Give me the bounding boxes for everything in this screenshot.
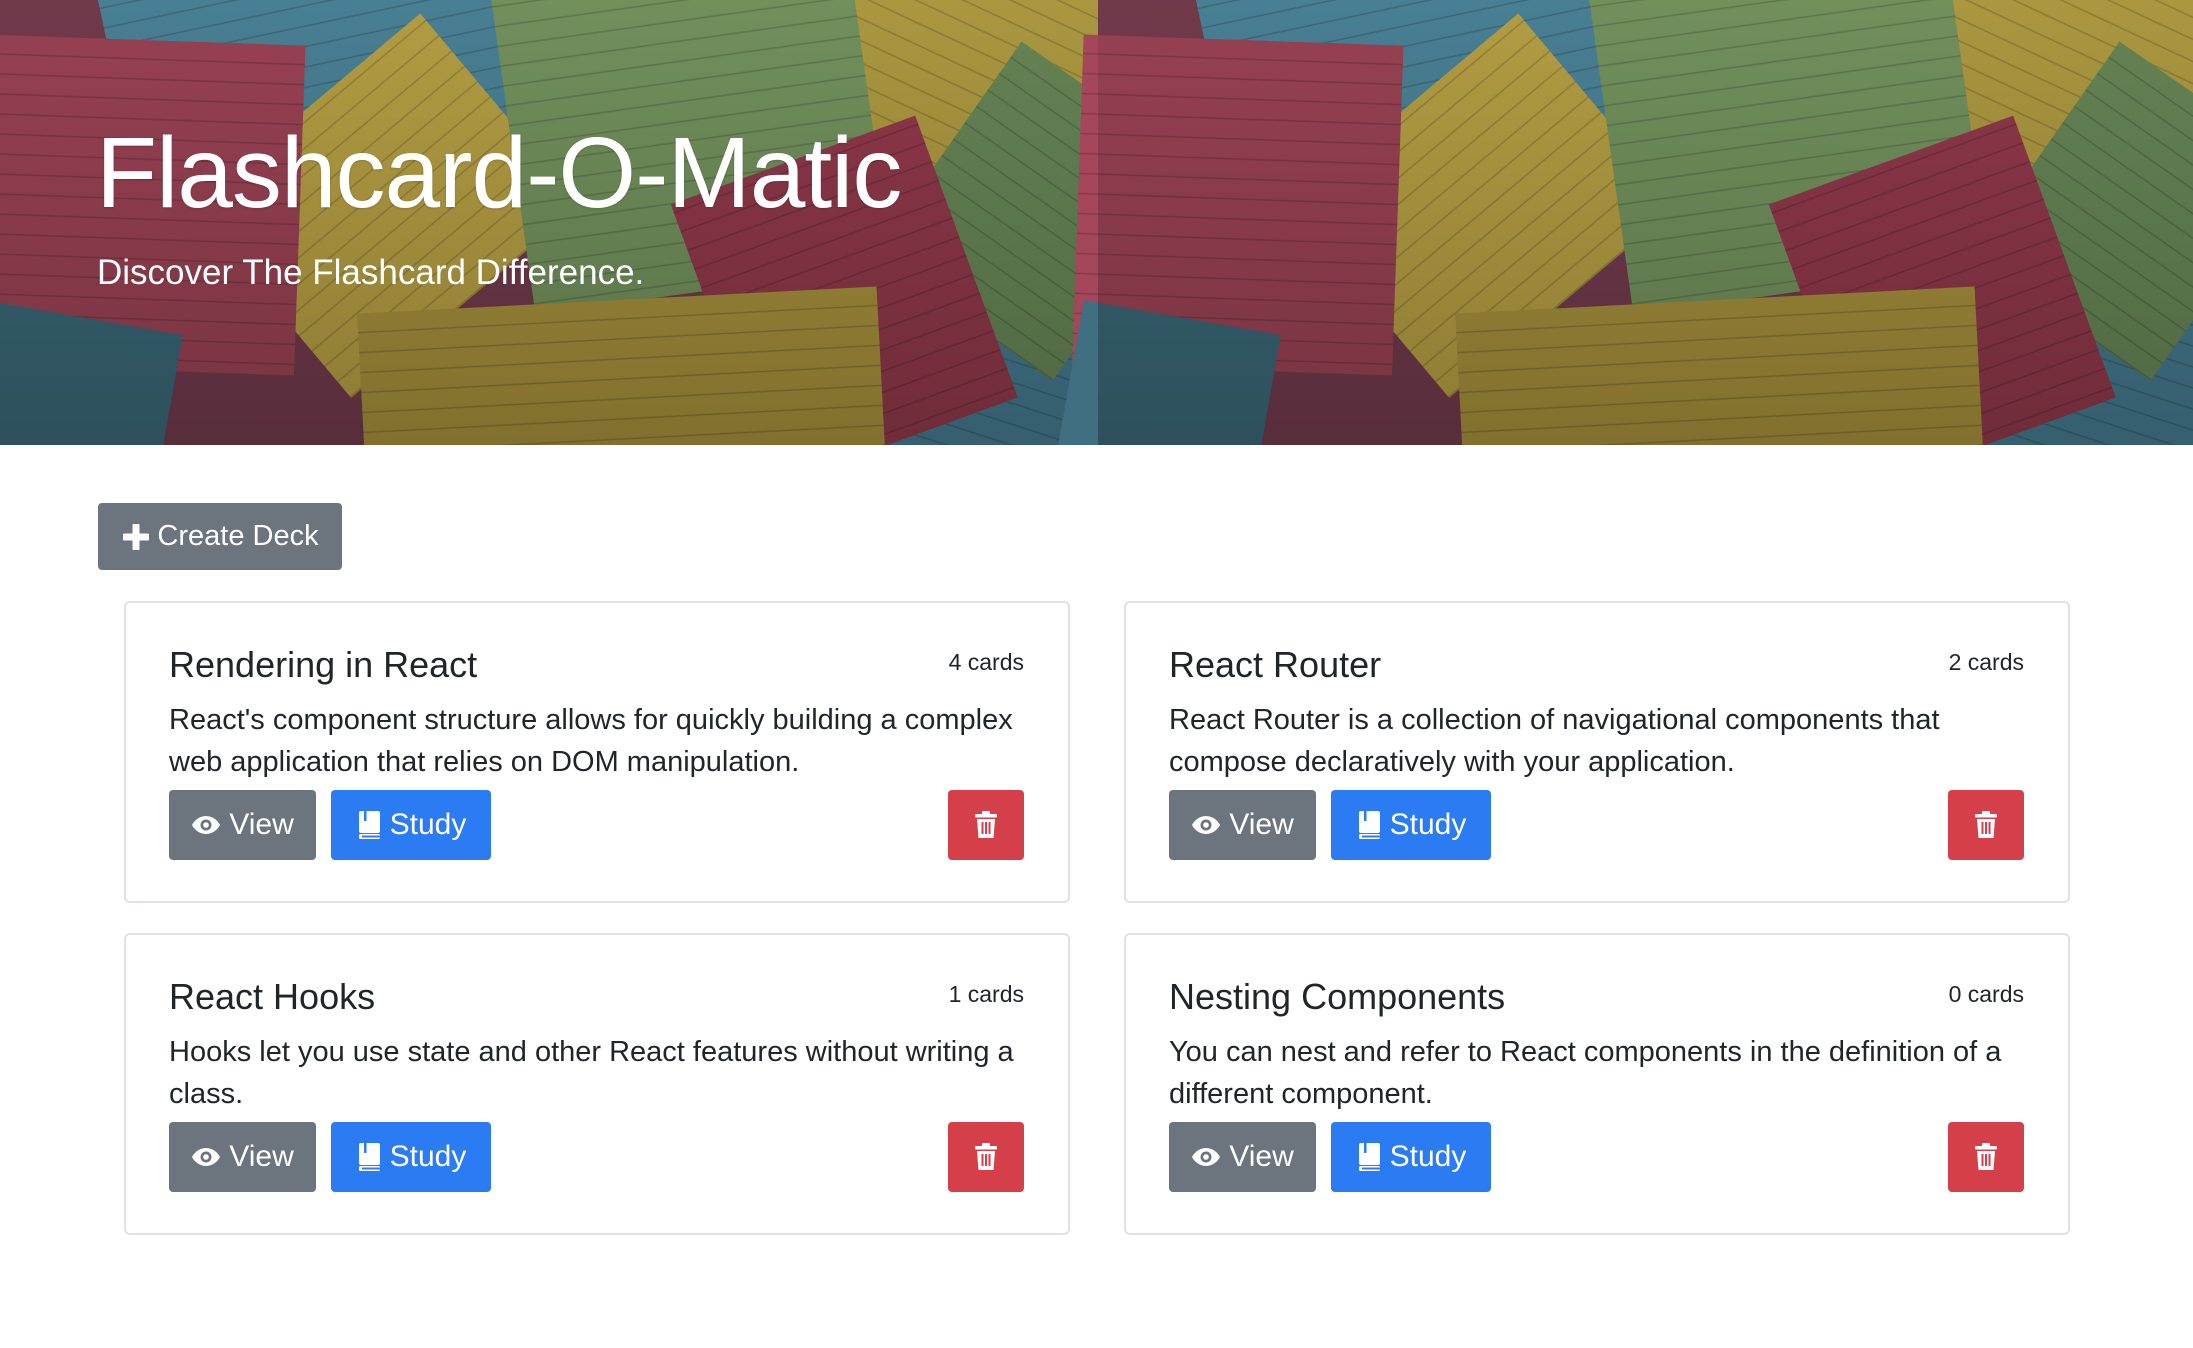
- study-label: Study: [389, 808, 467, 841]
- deck-name: React Hooks: [169, 976, 376, 1017]
- eye-icon: [1191, 1146, 1221, 1168]
- deck-description: React's component structure allows for q…: [169, 704, 1013, 778]
- trash-icon: [1974, 811, 1998, 839]
- deck-card: Rendering in React 4 cards React's compo…: [124, 601, 1070, 903]
- trash-icon: [1974, 1143, 1998, 1171]
- study-deck-button[interactable]: Study: [331, 790, 491, 860]
- eye-icon: [191, 1146, 221, 1168]
- deck-card-count: 4 cards: [948, 649, 1024, 675]
- deck-name: Nesting Components: [1169, 976, 1506, 1017]
- delete-deck-button[interactable]: [1948, 790, 2024, 860]
- delete-deck-button[interactable]: [948, 790, 1024, 860]
- deck-card-count: 0 cards: [1948, 981, 2024, 1007]
- page-subtitle: Discover The Flashcard Difference.: [97, 253, 645, 292]
- study-label: Study: [1389, 1140, 1467, 1173]
- book-icon: [356, 1142, 382, 1172]
- delete-deck-button[interactable]: [1948, 1122, 2024, 1192]
- delete-deck-button[interactable]: [948, 1122, 1024, 1192]
- deck-description: Hooks let you use state and other React …: [169, 1036, 1014, 1110]
- deck-card-count: 1 cards: [948, 981, 1024, 1007]
- create-deck-button[interactable]: Create Deck: [98, 503, 342, 570]
- deck-card: React Hooks 1 cards Hooks let you use st…: [124, 933, 1070, 1235]
- study-deck-button[interactable]: Study: [1331, 790, 1491, 860]
- eye-icon: [1191, 814, 1221, 836]
- study-label: Study: [389, 1140, 467, 1173]
- view-deck-button[interactable]: View: [1169, 790, 1316, 860]
- deck-name: React Router: [1169, 644, 1382, 685]
- deck-description: React Router is a collection of navigati…: [1169, 704, 1940, 778]
- deck-description: You can nest and refer to React componen…: [1169, 1036, 2002, 1110]
- view-label: View: [1229, 808, 1294, 841]
- create-deck-label: Create Deck: [157, 520, 319, 552]
- deck-name: Rendering in React: [169, 644, 478, 685]
- view-label: View: [1229, 1140, 1294, 1173]
- view-deck-button[interactable]: View: [169, 1122, 316, 1192]
- deck-card: Nesting Components 0 cards You can nest …: [1124, 933, 2070, 1235]
- deck-card: React Router 2 cards React Router is a c…: [1124, 601, 2070, 903]
- book-icon: [1356, 810, 1382, 840]
- study-deck-button[interactable]: Study: [331, 1122, 491, 1192]
- book-icon: [356, 810, 382, 840]
- trash-icon: [974, 1143, 998, 1171]
- view-label: View: [229, 1140, 294, 1173]
- eye-icon: [191, 814, 221, 836]
- view-deck-button[interactable]: View: [1169, 1122, 1316, 1192]
- view-label: View: [229, 808, 294, 841]
- hero-banner: Flashcard-O-Matic Discover The Flashcard…: [0, 0, 2193, 445]
- trash-icon: [974, 811, 998, 839]
- plus-icon: [121, 522, 151, 552]
- study-label: Study: [1389, 808, 1467, 841]
- page-title: Flashcard-O-Matic: [96, 117, 902, 229]
- deck-card-count: 2 cards: [1948, 649, 2024, 675]
- study-deck-button[interactable]: Study: [1331, 1122, 1491, 1192]
- book-icon: [1356, 1142, 1382, 1172]
- view-deck-button[interactable]: View: [169, 790, 316, 860]
